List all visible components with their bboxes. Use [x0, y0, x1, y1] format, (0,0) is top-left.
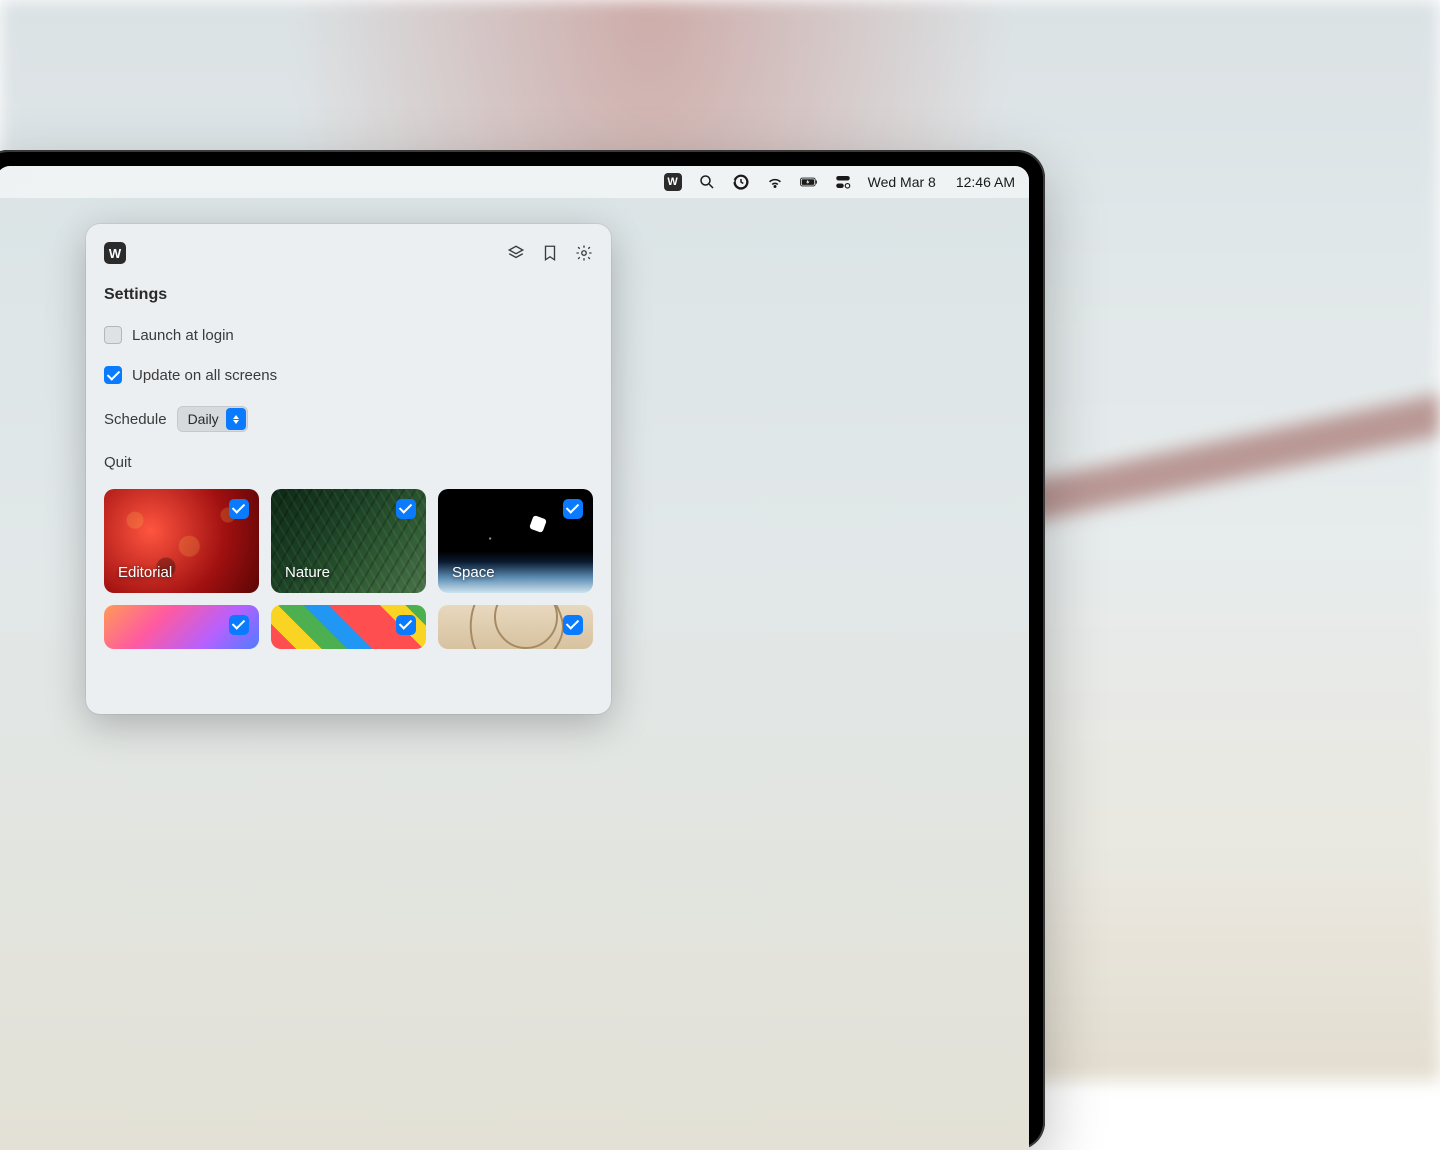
- menubar-time[interactable]: 12:46 AM: [956, 174, 1015, 190]
- menubar: W Wed Mar 8 12:46 AM: [0, 166, 1029, 198]
- category-card-4[interactable]: [271, 605, 426, 649]
- update-all-row: Update on all screens: [104, 366, 593, 384]
- schedule-label: Schedule: [104, 411, 167, 428]
- menubar-app-icon[interactable]: W: [664, 173, 682, 191]
- category-card-nature[interactable]: Nature: [271, 489, 426, 593]
- category-card-check-icon: [563, 499, 583, 519]
- quit-button[interactable]: Quit: [104, 454, 593, 471]
- category-card-check-icon: [396, 499, 416, 519]
- wifi-icon[interactable]: [766, 173, 784, 191]
- gear-icon[interactable]: [575, 244, 593, 262]
- category-card-editorial[interactable]: Editorial: [104, 489, 259, 593]
- screen: W Wed Mar 8 12:46 AM W: [0, 166, 1029, 1150]
- settings-popover: W Settings Launch at login: [86, 224, 611, 714]
- monitor-bezel: W Wed Mar 8 12:46 AM W: [0, 150, 1045, 1150]
- popover-app-icon: W: [104, 242, 126, 264]
- category-card-label: Space: [452, 564, 495, 581]
- popover-header: W: [104, 242, 593, 264]
- category-card-check-icon: [229, 499, 249, 519]
- category-card-space[interactable]: Space: [438, 489, 593, 593]
- update-all-checkbox[interactable]: [104, 366, 122, 384]
- category-card-check-icon: [563, 615, 583, 635]
- launch-at-login-label: Launch at login: [132, 327, 234, 344]
- category-card-label: Nature: [285, 564, 330, 581]
- category-card-check-icon: [396, 615, 416, 635]
- category-card-5[interactable]: [438, 605, 593, 649]
- launch-at-login-row: Launch at login: [104, 326, 593, 344]
- layers-icon[interactable]: [507, 244, 525, 262]
- control-center-icon[interactable]: [834, 173, 852, 191]
- battery-icon[interactable]: [800, 173, 818, 191]
- schedule-row: Schedule Daily: [104, 406, 593, 432]
- settings-title: Settings: [104, 286, 593, 304]
- menubar-date[interactable]: Wed Mar 8: [868, 174, 936, 190]
- update-all-label: Update on all screens: [132, 367, 277, 384]
- category-card-3[interactable]: [104, 605, 259, 649]
- launch-at-login-checkbox[interactable]: [104, 326, 122, 344]
- category-card-check-icon: [229, 615, 249, 635]
- chevron-updown-icon: [226, 408, 246, 430]
- category-card-label: Editorial: [118, 564, 172, 581]
- category-grid: Editorial Nature Space: [104, 489, 593, 649]
- timemachine-icon[interactable]: [732, 173, 750, 191]
- search-icon[interactable]: [698, 173, 716, 191]
- bookmark-icon[interactable]: [541, 244, 559, 262]
